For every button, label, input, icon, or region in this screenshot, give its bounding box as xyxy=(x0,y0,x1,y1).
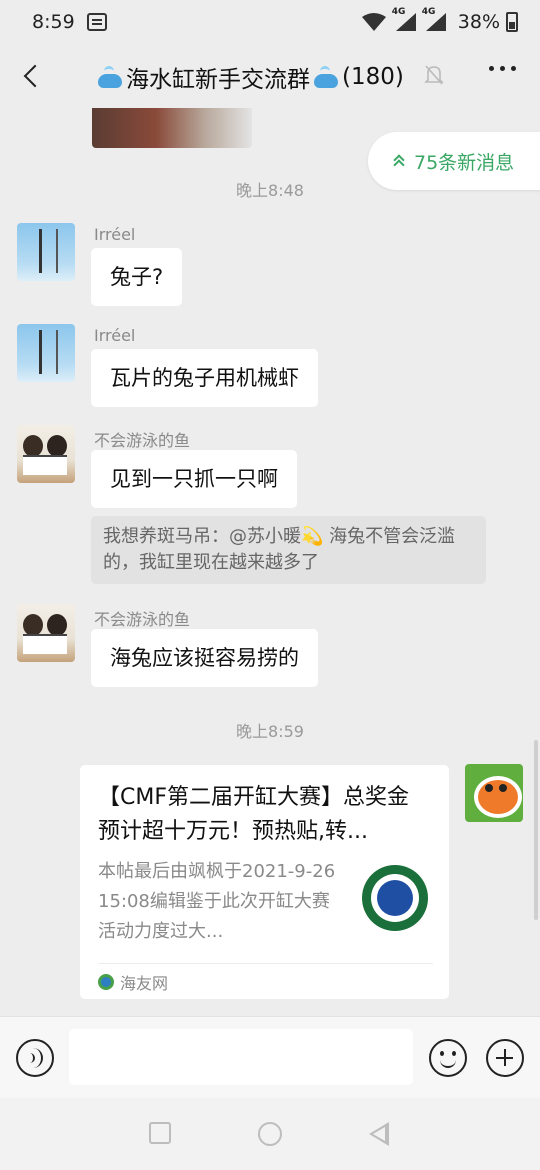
link-card-thumbnail xyxy=(362,865,428,931)
previous-image-message[interactable] xyxy=(92,108,252,148)
more-button[interactable] xyxy=(489,66,516,71)
link-card-title: 【CMF第二届开缸大赛】总奖金预计超十万元！预热贴,转... xyxy=(98,785,409,844)
status-bar: 8:59 4G 4G 38% xyxy=(0,0,540,44)
sender-name: 不会游泳的鱼 xyxy=(94,431,191,450)
signal-icon: 4G xyxy=(422,7,446,31)
battery-percent: 38% xyxy=(457,11,500,33)
battery-icon xyxy=(506,12,518,32)
group-name: 海水缸新手交流群 xyxy=(126,67,310,93)
voice-icon[interactable] xyxy=(16,1039,54,1077)
input-bar xyxy=(0,1016,540,1098)
network-label-2: 4G xyxy=(421,7,436,17)
signal-icon: 4G xyxy=(392,7,416,31)
link-card-source: 海友网 xyxy=(98,970,168,994)
timestamp: 晚上8:48 xyxy=(236,181,304,200)
avatar[interactable] xyxy=(17,604,75,662)
recent-apps-icon[interactable] xyxy=(149,1122,171,1144)
new-messages-label: 75条新消息 xyxy=(414,151,515,174)
link-card[interactable]: 【CMF第二届开缸大赛】总奖金预计超十万元！预热贴,转... 本帖最后由飒枫于2… xyxy=(80,765,449,999)
divider xyxy=(98,963,433,964)
status-time: 8:59 xyxy=(32,11,75,33)
system-back-icon[interactable] xyxy=(369,1122,389,1146)
sender-name: 不会游泳的鱼 xyxy=(94,610,191,629)
source-logo-icon xyxy=(98,974,114,990)
message-input[interactable] xyxy=(69,1029,413,1085)
whale-icon xyxy=(312,66,340,88)
notification-icon xyxy=(86,13,107,31)
emoji-icon[interactable] xyxy=(429,1039,467,1077)
quoted-message[interactable]: 我想养斑马吊：@苏小暖💫 海兔不管会泛滥的，我缸里现在越来越多了 xyxy=(91,516,486,584)
chat-title[interactable]: 海水缸新手交流群 (180) xyxy=(94,60,404,94)
back-button[interactable] xyxy=(14,58,50,94)
message-list[interactable]: 75条新消息 晚上8:48 Irréel 兔子? Irréel 瓦片的兔子用机械… xyxy=(0,108,540,1016)
message-bubble[interactable]: 瓦片的兔子用机械虾 xyxy=(91,349,318,407)
home-icon[interactable] xyxy=(258,1122,282,1146)
member-count: (180) xyxy=(342,64,404,90)
scrollbar[interactable] xyxy=(534,740,538,920)
status-icons: 4G 4G 38% xyxy=(361,7,518,33)
timestamp: 晚上8:59 xyxy=(236,722,304,741)
bell-off-icon xyxy=(424,65,444,85)
plus-icon[interactable] xyxy=(486,1039,524,1077)
system-navigation-bar xyxy=(0,1098,540,1170)
source-name: 海友网 xyxy=(120,974,169,993)
link-card-description: 本帖最后由飒枫于2021-9-2615:08编辑鉴于此次开缸大赛活动力度过大..… xyxy=(98,861,336,942)
avatar[interactable] xyxy=(17,223,75,281)
whale-icon xyxy=(96,66,124,88)
avatar[interactable] xyxy=(17,425,75,483)
sender-name: Irréel xyxy=(94,225,136,244)
avatar[interactable] xyxy=(17,324,75,382)
double-chevron-up-icon xyxy=(394,155,404,167)
wifi-icon xyxy=(361,13,386,31)
avatar[interactable] xyxy=(465,764,523,822)
message-bubble[interactable]: 兔子? xyxy=(91,248,183,306)
message-bubble[interactable]: 见到一只抓一只啊 xyxy=(91,450,297,508)
more-dots-icon xyxy=(489,66,494,71)
sender-name: Irréel xyxy=(94,326,136,345)
message-bubble[interactable]: 海兔应该挺容易捞的 xyxy=(91,629,318,687)
chat-header: 海水缸新手交流群 (180) xyxy=(0,44,540,108)
network-label-1: 4G xyxy=(391,7,406,17)
